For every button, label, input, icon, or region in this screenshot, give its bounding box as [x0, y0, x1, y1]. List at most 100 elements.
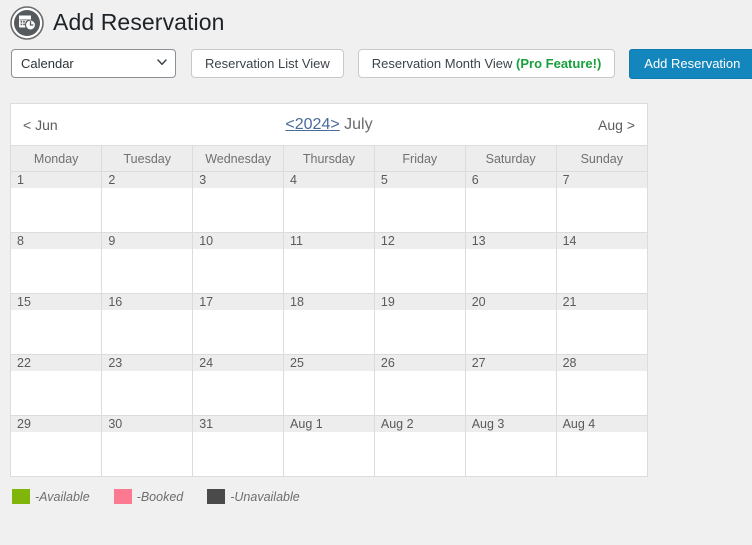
day-events	[375, 188, 465, 232]
day-number: 18	[284, 294, 374, 310]
day-events	[466, 310, 556, 354]
view-select-wrapper: Calendar	[11, 49, 176, 78]
calendar-panel: < Jun <2024> July Aug > Monday Tuesday W…	[10, 103, 648, 477]
next-month-link[interactable]: Aug >	[525, 117, 635, 133]
calendar-day-cell[interactable]: 3	[192, 171, 285, 233]
calendar-day-cell[interactable]: 1	[11, 171, 103, 233]
calendar-day-cell[interactable]: 8	[11, 232, 103, 294]
calendar-nav: < Jun <2024> July Aug >	[11, 104, 647, 145]
day-events	[284, 188, 374, 232]
day-number: 22	[11, 355, 102, 371]
calendar-day-cell[interactable]: 29	[11, 415, 103, 477]
day-number: 26	[374, 355, 465, 371]
day-number: 6	[465, 172, 556, 188]
weekday-header: Thursday	[283, 145, 375, 172]
day-events	[102, 188, 192, 232]
view-select[interactable]: Calendar	[11, 49, 176, 78]
calendar-day-cell[interactable]: 12	[374, 232, 466, 294]
calendar-week-row: 8 9 10 11 12 13 14	[11, 232, 647, 294]
day-number: 3	[193, 172, 284, 188]
day-number: 21	[556, 294, 647, 310]
legend-item-unavailable: -Unavailable	[207, 489, 300, 504]
prev-month-link[interactable]: < Jun	[23, 117, 133, 133]
calendar-day-cell[interactable]: 15	[11, 293, 103, 355]
calendar-day-cell[interactable]: 14	[556, 232, 647, 294]
day-events	[193, 371, 283, 415]
calendar-day-cell[interactable]: 30	[101, 415, 194, 477]
day-events	[284, 371, 374, 415]
day-number: 4	[284, 172, 374, 188]
reservation-list-view-button[interactable]: Reservation List View	[191, 49, 344, 78]
day-number: 23	[102, 355, 193, 371]
page-title: Add Reservation	[53, 9, 225, 36]
reservation-month-view-button[interactable]: Reservation Month View (Pro Feature!)	[357, 49, 616, 78]
calendar-day-cell[interactable]: 19	[374, 293, 466, 355]
weekday-header: Saturday	[465, 145, 557, 172]
add-reservation-button[interactable]: Add Reservation	[629, 48, 752, 79]
calendar-day-cell[interactable]: 25	[283, 354, 375, 416]
next-year-link[interactable]: >	[330, 116, 339, 133]
day-number: 12	[374, 233, 465, 249]
day-events	[193, 432, 283, 476]
day-number: 9	[102, 233, 193, 249]
calendar-clock-icon	[10, 6, 44, 40]
day-number: 27	[465, 355, 556, 371]
calendar-day-cell[interactable]: 28	[556, 354, 647, 416]
legend-label-unavailable: -Unavailable	[230, 489, 300, 504]
reservation-month-view-label: Reservation Month View	[371, 56, 517, 71]
calendar-current-period: <2024> July	[133, 116, 525, 134]
day-number: 28	[556, 355, 647, 371]
calendar-day-cell[interactable]: 21	[556, 293, 647, 355]
current-year-label[interactable]: 2024	[295, 116, 331, 133]
calendar-day-cell[interactable]: Aug 1	[283, 415, 375, 477]
day-events	[193, 188, 283, 232]
calendar-day-cell[interactable]: 26	[374, 354, 466, 416]
weekday-header: Monday	[11, 145, 103, 172]
legend-swatch-booked	[113, 489, 132, 504]
calendar-day-cell[interactable]: 2	[101, 171, 194, 233]
calendar-day-cell[interactable]: 13	[465, 232, 557, 294]
calendar-day-cell[interactable]: 9	[101, 232, 194, 294]
calendar-day-cell[interactable]: Aug 3	[465, 415, 557, 477]
day-events	[557, 249, 647, 293]
day-number: 24	[193, 355, 284, 371]
calendar-day-cell[interactable]: 24	[192, 354, 285, 416]
calendar-day-cell[interactable]: 18	[283, 293, 375, 355]
calendar-day-cell[interactable]: 7	[556, 171, 647, 233]
day-number: Aug 1	[284, 416, 374, 432]
calendar-day-cell[interactable]: Aug 2	[374, 415, 466, 477]
calendar-day-cell[interactable]: 10	[192, 232, 285, 294]
day-events	[375, 432, 465, 476]
calendar-day-cell[interactable]: 5	[374, 171, 466, 233]
calendar-day-cell[interactable]: 27	[465, 354, 557, 416]
day-number: Aug 3	[465, 416, 556, 432]
calendar-day-cell[interactable]: 22	[11, 354, 103, 416]
day-events	[102, 371, 192, 415]
calendar-day-cell[interactable]: Aug 4	[556, 415, 647, 477]
day-number: 17	[193, 294, 284, 310]
weekday-header: Tuesday	[101, 145, 194, 172]
calendar-day-cell[interactable]: 23	[101, 354, 194, 416]
weekday-header: Sunday	[556, 145, 647, 172]
day-number: 16	[102, 294, 193, 310]
legend-item-booked: -Booked	[113, 489, 183, 504]
day-events	[557, 188, 647, 232]
current-month-label: July	[344, 115, 373, 133]
calendar-day-cell[interactable]: 11	[283, 232, 375, 294]
calendar-day-cell[interactable]: 20	[465, 293, 557, 355]
day-events	[11, 432, 101, 476]
calendar-day-cell[interactable]: 17	[192, 293, 285, 355]
day-number: Aug 4	[556, 416, 647, 432]
calendar-table: Monday Tuesday Wednesday Thursday Friday…	[11, 145, 647, 477]
calendar-day-cell[interactable]: 16	[101, 293, 194, 355]
calendar-day-cell[interactable]: 6	[465, 171, 557, 233]
calendar-weekday-header-row: Monday Tuesday Wednesday Thursday Friday…	[11, 145, 647, 172]
calendar-legend: -Available -Booked -Unavailable	[12, 489, 752, 504]
day-events	[284, 310, 374, 354]
calendar-day-cell[interactable]: 31	[192, 415, 285, 477]
day-events	[375, 310, 465, 354]
day-number: Aug 2	[374, 416, 465, 432]
calendar-day-cell[interactable]: 4	[283, 171, 375, 233]
weekday-header: Friday	[374, 145, 466, 172]
prev-year-link[interactable]: <	[285, 116, 294, 133]
